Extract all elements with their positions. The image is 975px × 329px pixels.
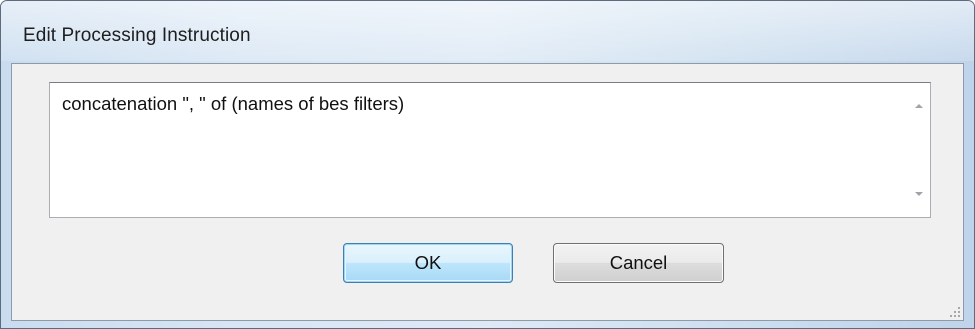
instruction-text: concatenation ", " of (names of bes filt…: [62, 93, 405, 114]
instruction-textarea[interactable]: concatenation ", " of (names of bes filt…: [49, 82, 931, 218]
scroll-down-arrow-icon: [914, 192, 923, 196]
scroll-down-button[interactable]: [907, 183, 930, 205]
dialog-titlebar[interactable]: Edit Processing Instruction: [1, 1, 974, 63]
resize-grip-icon[interactable]: [948, 305, 960, 317]
dialog-content: concatenation ", " of (names of bes filt…: [11, 63, 964, 321]
scroll-up-button[interactable]: [907, 95, 930, 117]
ok-button[interactable]: OK: [343, 243, 513, 283]
scroll-up-arrow-icon: [914, 104, 923, 108]
cancel-button[interactable]: Cancel: [553, 243, 724, 283]
dialog-title: Edit Processing Instruction: [23, 25, 251, 46]
textarea-vertical-scrollbar[interactable]: [907, 83, 930, 217]
edit-processing-instruction-dialog: Edit Processing Instruction concatenatio…: [0, 0, 975, 329]
